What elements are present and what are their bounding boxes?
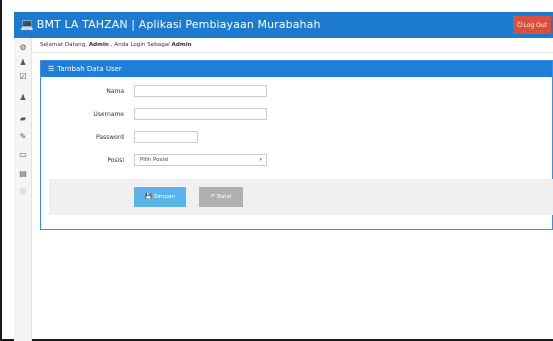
list-icon: ☰	[48, 65, 55, 73]
username-label: Username	[93, 111, 124, 118]
edit-icon[interactable]: ✎	[14, 131, 32, 143]
check-icon[interactable]: ☑	[14, 71, 32, 83]
book-icon[interactable]: ▰	[14, 113, 32, 125]
cancel-label: Batal	[217, 194, 232, 200]
panel-header: ☰ Tambah Data User	[41, 61, 552, 77]
panel-title: Tambah Data User	[57, 65, 122, 73]
power-icon: ⏻	[516, 21, 523, 29]
welcome-role: Admin	[171, 42, 192, 48]
logout-label: Log Out	[523, 22, 548, 29]
divider	[32, 52, 553, 53]
nama-label: Nama	[106, 88, 124, 95]
top-navbar: 💻 BMT LA TAHZAN | Aplikasi Pembiayaan Mur…	[14, 12, 553, 38]
undo-icon: ↶	[210, 194, 216, 200]
password-label: Password	[95, 134, 124, 141]
welcome-user: Admin	[88, 42, 109, 48]
posisi-select[interactable]: Pilih Posisi ▾	[134, 154, 267, 166]
app-brand[interactable]: 💻 BMT LA TAHZAN | Aplikasi Pembiayaan Mur…	[20, 18, 321, 31]
list-icon[interactable]: ▤	[14, 168, 32, 180]
password-field[interactable]	[134, 131, 198, 143]
laptop-icon: 💻	[20, 18, 34, 31]
sidebar: ⚙ ♟ ☑ ♟ ▰ ✎ ▭ ▤ ◎	[14, 38, 32, 341]
cancel-button[interactable]: ↶ Batal	[199, 187, 243, 207]
card-icon[interactable]: ▭	[14, 149, 32, 161]
add-user-panel: ☰ Tambah Data User Nama Username Password…	[40, 60, 553, 230]
save-label: Simpan	[153, 194, 175, 200]
nama-field[interactable]	[134, 85, 267, 97]
app-title: BMT LA TAHZAN | Aplikasi Pembiayaan Mura…	[36, 18, 321, 31]
logout-button[interactable]: ⏻Log Out	[513, 16, 551, 34]
posisi-label: Posisi	[107, 157, 124, 164]
circle-arrow-icon[interactable]: ◎	[14, 185, 32, 197]
form-actions: 💾 Simpan ↶ Batal	[49, 179, 553, 215]
save-button[interactable]: 💾 Simpan	[134, 187, 186, 207]
chevron-down-icon: ▾	[259, 157, 262, 163]
floppy-icon: 💾	[145, 194, 153, 200]
dashboard-icon[interactable]: ⚙	[14, 42, 32, 54]
user-icon[interactable]: ♟	[14, 92, 32, 104]
welcome-text: Selamat Datang, Admin , Anda Login Sebag…	[40, 42, 192, 48]
username-field[interactable]	[134, 108, 267, 120]
user-icon[interactable]: ♟	[14, 57, 32, 69]
posisi-selected: Pilih Posisi	[140, 157, 169, 163]
